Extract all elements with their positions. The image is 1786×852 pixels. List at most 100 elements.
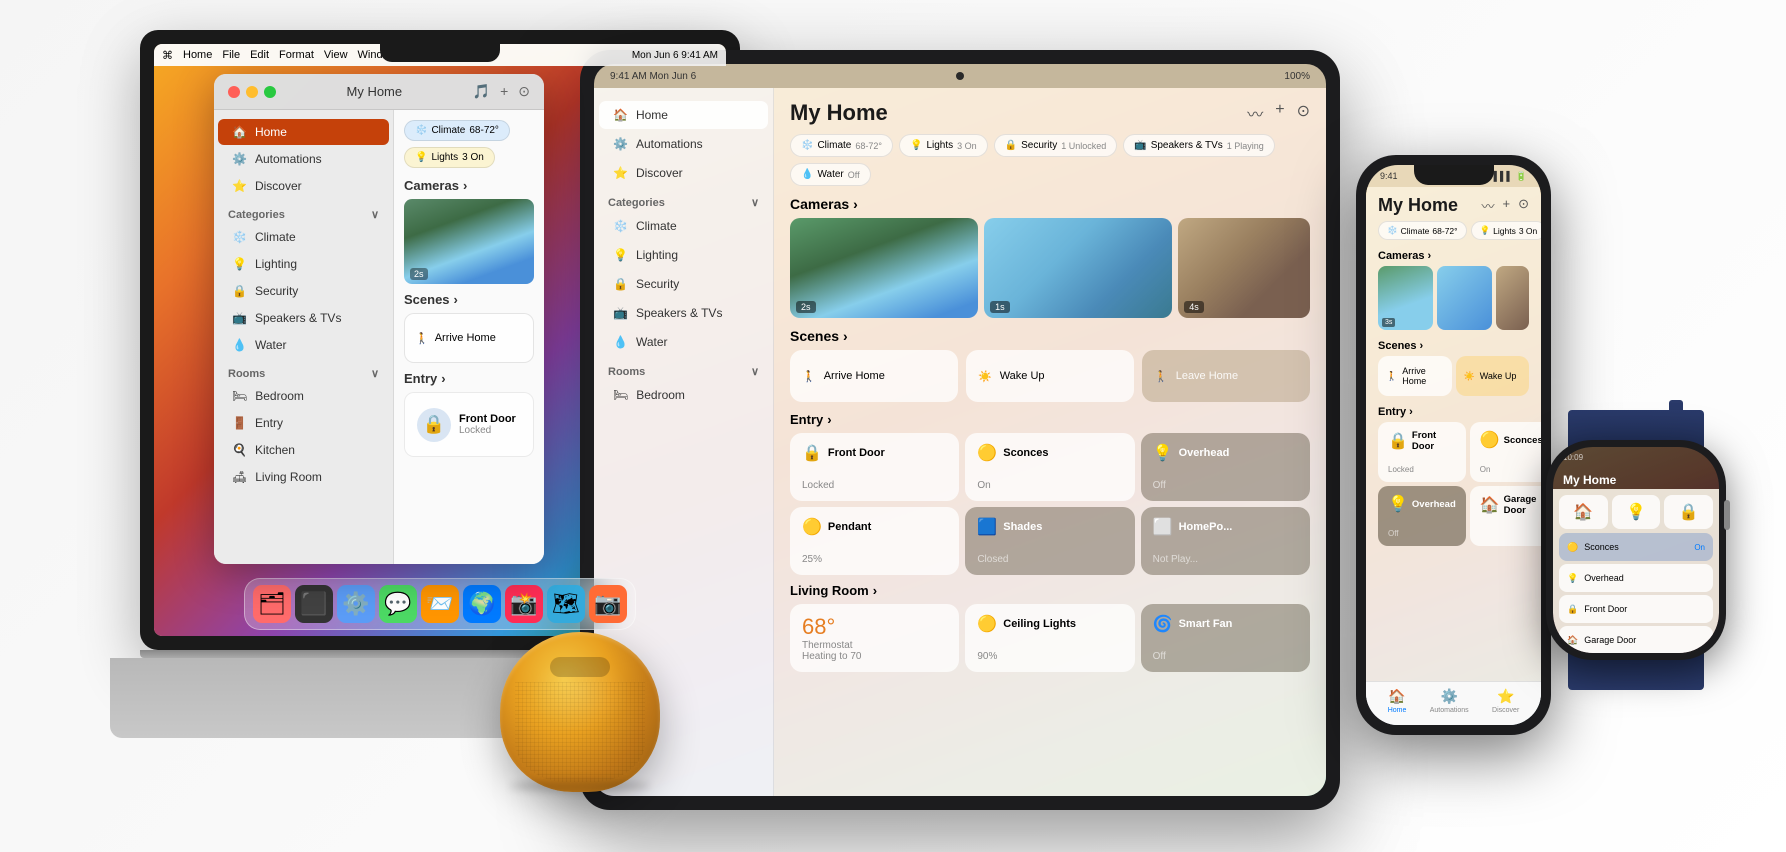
ipad-rooms-chevron[interactable]: ∨ [751,365,759,378]
sidebar-item-home-mac[interactable]: 🏠 Home [218,119,389,145]
ipad-sidebar-automations[interactable]: ⚙️ Automations [599,130,768,158]
cameras-chevron-icon[interactable]: › [463,178,467,193]
ipad-more-icon[interactable]: ⊙ [1297,101,1310,125]
arrive-home-scene-ipad[interactable]: 🚶 Arrive Home [790,350,958,402]
ipad-sidebar-climate[interactable]: ❄️ Climate [599,212,768,240]
climate-chip-mac[interactable]: ❄️ Climate 68-72° [404,120,510,141]
ipad-lights-chip[interactable]: 💡 Lights 3 On [899,134,988,157]
iphone-cam-3[interactable] [1496,266,1529,330]
menu-format[interactable]: Format [279,49,314,61]
sidebar-item-security-mac[interactable]: 🔒 Security [218,278,389,304]
entry-chevron-icon[interactable]: › [441,371,445,386]
sidebar-item-livingroom[interactable]: 🛋 Living Room [218,464,389,490]
menu-file[interactable]: File [222,49,240,61]
more-icon[interactable]: ⊙ [518,83,530,100]
rooms-chevron[interactable]: ∨ [371,367,379,380]
smart-fan-card-ipad[interactable]: 🌀 Smart Fan Off [1141,604,1310,672]
ipad-waveform-icon[interactable]: 〰 [1247,101,1263,125]
menu-home[interactable]: Home [183,49,212,61]
ipad-sidebar-water[interactable]: 💧 Water [599,328,768,356]
ipad-sidebar-bedroom[interactable]: 🛏 Bedroom [599,381,768,409]
livingroom-arrow-icon[interactable]: › [873,583,877,598]
entry-arrow-icon[interactable]: › [827,412,831,427]
watch-icon-home[interactable]: 🏠 [1559,495,1608,529]
iphone-tab-home[interactable]: 🏠 Home [1388,688,1407,714]
ipad-sidebar-discover[interactable]: ⭐ Discover [599,159,768,187]
iphone-scenes-arrow[interactable]: › [1420,340,1424,352]
ipad-water-chip[interactable]: 💧 Water Off [790,163,871,186]
maximize-button[interactable] [264,86,276,98]
iphone-tab-discover[interactable]: ⭐ Discover [1492,688,1519,714]
watch-garage-item[interactable]: 🏠 Garage Door [1559,626,1713,653]
ipad-sidebar-speakers[interactable]: 📺 Speakers & TVs [599,299,768,327]
watch-sconces-item[interactable]: 🟡 Sconces On [1559,533,1713,561]
camera-thumbnail-mac[interactable]: 2s [404,199,534,284]
iphone-cam-2[interactable] [1437,266,1492,330]
ipad-camera-3[interactable]: 4s [1178,218,1310,318]
dock-icon-system[interactable]: ⚙️ [337,585,375,623]
iphone-more-icon[interactable]: ⊙ [1518,196,1529,215]
iphone-garage[interactable]: 🏠 Garage Door [1470,486,1541,546]
iphone-wake-up-scene[interactable]: ☀️ Wake Up [1456,356,1530,396]
ipad-categories-chevron[interactable]: ∨ [751,196,759,209]
watch-frontdoor-item[interactable]: 🔒 Front Door [1559,595,1713,623]
sidebar-item-discover-mac[interactable]: ⭐ Discover [218,173,389,199]
add-icon[interactable]: + [500,83,508,100]
menu-view[interactable]: View [324,49,348,61]
waveform-icon[interactable]: 🎵 [473,83,490,100]
categories-chevron[interactable]: ∨ [371,208,379,221]
ipad-camera-2[interactable]: 1s [984,218,1172,318]
ipad-sidebar-security[interactable]: 🔒 Security [599,270,768,298]
iphone-cam-1[interactable]: 3s [1378,266,1433,330]
pendant-card-ipad[interactable]: 🟡 Pendant 25% [790,507,959,575]
iphone-waveform-icon[interactable]: 〰 [1481,196,1494,215]
thermostat-card-ipad[interactable]: 68° Thermostat Heating to 70 [790,604,959,672]
sidebar-item-automations-mac[interactable]: ⚙️ Automations [218,146,389,172]
ipad-sidebar-home[interactable]: 🏠 Home [599,101,768,129]
ipad-sidebar-lighting[interactable]: 💡 Lighting [599,241,768,269]
iphone-climate-chip[interactable]: ❄️ Climate 68-72° [1378,221,1467,240]
cameras-arrow-icon[interactable]: › [853,196,858,212]
ipad-climate-chip[interactable]: ❄️ Climate 68-72° [790,134,893,157]
close-button[interactable] [228,86,240,98]
scenes-chevron-icon[interactable]: › [454,292,458,307]
iphone-sconces[interactable]: 🟡 Sconces On [1470,422,1541,482]
ipad-add-icon[interactable]: + [1275,101,1284,125]
arrive-home-scene-mac[interactable]: 🚶 Arrive Home [404,313,534,363]
ipad-security-chip[interactable]: 🔒 Security 1 Unlocked [994,134,1118,157]
iphone-arrive-home-scene[interactable]: 🚶 Arrive Home [1378,356,1452,396]
iphone-cameras-arrow[interactable]: › [1427,250,1431,262]
front-door-card-ipad[interactable]: 🔒 Front Door Locked [790,433,959,501]
sidebar-item-lighting-mac[interactable]: 💡 Lighting [218,251,389,277]
scenes-arrow-icon[interactable]: › [843,328,848,344]
minimize-button[interactable] [246,86,258,98]
watch-icon-lights[interactable]: 💡 [1612,495,1661,529]
iphone-front-door[interactable]: 🔒 Front Door Locked [1378,422,1466,482]
iphone-tab-automations[interactable]: ⚙️ Automations [1430,688,1469,714]
dock-icon-mail[interactable]: 📨 [421,585,459,623]
sidebar-item-water-mac[interactable]: 💧 Water [218,332,389,358]
ipad-speakers-chip[interactable]: 📺 Speakers & TVs 1 Playing [1123,134,1275,157]
lights-chip-mac[interactable]: 💡 Lights 3 On [404,147,495,168]
watch-icon-lock[interactable]: 🔒 [1664,495,1713,529]
sidebar-item-speakers-mac[interactable]: 📺 Speakers & TVs [218,305,389,331]
overhead-card-ipad[interactable]: 💡 Overhead Off [1141,433,1310,501]
sconces-card-ipad[interactable]: 🟡 Sconces On [965,433,1134,501]
iphone-lights-chip[interactable]: 💡 Lights 3 On [1471,221,1541,240]
ipad-camera-1[interactable]: 2s [790,218,978,318]
dock-icon-photos[interactable]: 📸 [505,585,543,623]
iphone-overhead[interactable]: 💡 Overhead Off [1378,486,1466,546]
menu-edit[interactable]: Edit [250,49,269,61]
dock-icon-launchpad[interactable]: ⬛ [295,585,333,623]
sidebar-item-bedroom[interactable]: 🛏 Bedroom [218,383,389,409]
dock-icon-safari[interactable]: 🌍 [463,585,501,623]
watch-overhead-item[interactable]: 💡 Overhead [1559,564,1713,592]
ceiling-lights-card-ipad[interactable]: 🟡 Ceiling Lights 90% [965,604,1134,672]
leave-home-scene-ipad[interactable]: 🚶 Leave Home [1142,350,1310,402]
shades-card-ipad[interactable]: 🟦 Shades Closed [965,507,1134,575]
front-door-card-mac[interactable]: 🔒 Front Door Locked [404,392,534,457]
sidebar-item-entry[interactable]: 🚪 Entry [218,410,389,436]
iphone-entry-arrow[interactable]: › [1409,406,1413,418]
dock-icon-finder[interactable]: 🗂 [253,585,291,623]
iphone-add-icon[interactable]: + [1503,196,1511,215]
